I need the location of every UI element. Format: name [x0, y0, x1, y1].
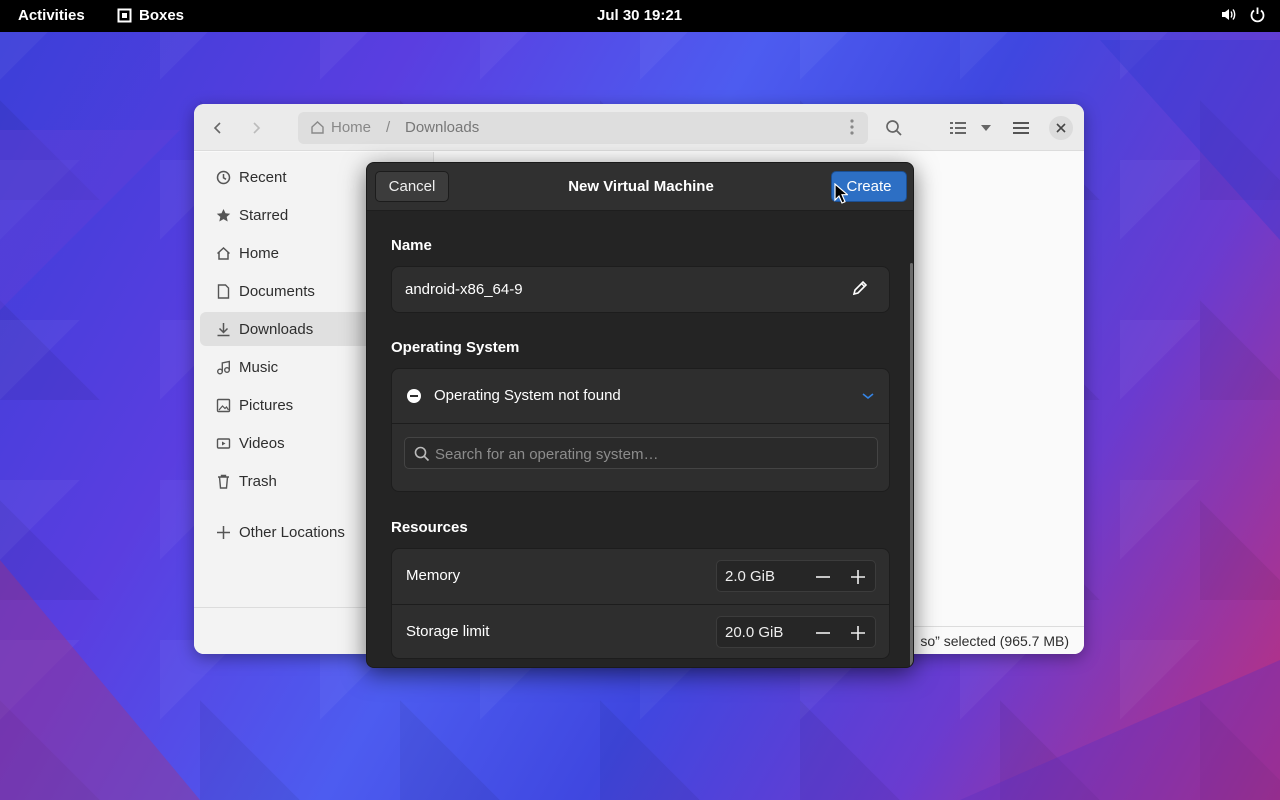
app-menu[interactable]: Boxes — [117, 7, 184, 24]
view-options-button[interactable] — [974, 116, 998, 140]
plus-icon — [215, 524, 231, 540]
boxes-app-icon — [117, 8, 132, 23]
activities-button[interactable]: Activities — [18, 7, 85, 24]
os-selector-row[interactable]: Operating System not found — [392, 369, 889, 424]
power-icon — [1250, 7, 1265, 23]
clock-icon — [215, 169, 231, 185]
download-icon — [215, 321, 231, 337]
dialog-headerbar: Cancel New Virtual Machine Create — [367, 163, 913, 211]
files-headerbar: Home / Downloads — [194, 104, 1084, 151]
os-search-field[interactable] — [404, 437, 878, 469]
not-found-icon — [407, 389, 421, 403]
plus-icon[interactable] — [848, 567, 868, 587]
search-icon — [886, 120, 902, 136]
hamburger-icon — [1013, 122, 1029, 134]
os-search-input[interactable] — [435, 442, 865, 466]
resources-card: Memory 2.0 GiB Storage limit 20.0 GiB — [391, 548, 890, 659]
resources-section-label: Resources — [391, 519, 468, 536]
video-icon — [215, 435, 231, 451]
memory-stepper[interactable]: 2.0 GiB — [716, 560, 876, 592]
os-card: Operating System not found — [391, 368, 890, 492]
trash-icon — [215, 473, 231, 489]
vertical-dots-icon — [850, 119, 854, 135]
storage-value[interactable]: 20.0 GiB — [725, 624, 783, 641]
path-separator: / — [386, 119, 391, 136]
chevron-left-icon — [213, 122, 221, 134]
close-window-button[interactable] — [1049, 116, 1073, 140]
forward-button[interactable] — [244, 116, 268, 140]
top-bar: Activities Boxes Jul 30 19:21 — [0, 0, 1280, 32]
chevron-down-icon — [862, 393, 874, 400]
minus-icon[interactable] — [813, 623, 833, 643]
path-menu-button[interactable] — [850, 118, 854, 140]
caret-down-icon — [981, 125, 991, 131]
system-menu[interactable] — [1220, 6, 1266, 23]
wallpaper-shard — [1100, 40, 1280, 240]
picture-icon — [215, 397, 231, 413]
wallpaper-shard — [960, 660, 1280, 800]
path-current[interactable]: Downloads — [405, 119, 479, 136]
plus-icon[interactable] — [848, 623, 868, 643]
chevron-right-icon — [253, 122, 261, 134]
home-icon — [311, 121, 324, 134]
memory-value[interactable]: 2.0 GiB — [725, 568, 775, 585]
pencil-icon[interactable] — [851, 279, 869, 297]
path-home[interactable]: Home — [310, 119, 371, 136]
os-section-label: Operating System — [391, 339, 520, 356]
minus-icon[interactable] — [813, 567, 833, 587]
memory-label: Memory — [406, 567, 461, 584]
name-field[interactable]: android-x86_64-9 — [391, 266, 890, 313]
memory-row: Memory 2.0 GiB — [392, 549, 889, 604]
mouse-pointer-icon — [834, 183, 848, 204]
vm-name-value: android-x86_64-9 — [405, 281, 523, 298]
clock[interactable]: Jul 30 19:21 — [597, 7, 682, 24]
search-icon — [414, 446, 430, 462]
star-icon — [215, 207, 231, 223]
new-vm-dialog: Cancel New Virtual Machine Create Name a… — [366, 162, 914, 668]
storage-label: Storage limit — [406, 623, 490, 640]
volume-icon — [1222, 9, 1236, 20]
view-list-button[interactable] — [946, 116, 970, 140]
os-status-text: Operating System not found — [434, 387, 621, 404]
main-menu-button[interactable] — [1009, 116, 1033, 140]
close-icon — [1056, 123, 1066, 133]
path-bar[interactable]: Home / Downloads — [298, 112, 868, 144]
wallpaper-shard — [0, 130, 180, 310]
back-button[interactable] — [206, 116, 230, 140]
music-icon — [215, 359, 231, 375]
document-icon — [215, 283, 231, 299]
app-name: Boxes — [139, 7, 185, 24]
home-icon — [215, 245, 231, 261]
name-section-label: Name — [391, 237, 432, 254]
list-view-icon — [950, 122, 966, 134]
storage-row: Storage limit 20.0 GiB — [392, 604, 889, 659]
dialog-scrollbar[interactable] — [910, 263, 913, 667]
wallpaper-shard — [0, 560, 200, 800]
search-button[interactable] — [882, 116, 906, 140]
dialog-content: Name android-x86_64-9 Operating System O… — [367, 211, 913, 667]
selection-status: so” selected (965.7 MB) — [904, 626, 1084, 654]
storage-stepper[interactable]: 20.0 GiB — [716, 616, 876, 648]
